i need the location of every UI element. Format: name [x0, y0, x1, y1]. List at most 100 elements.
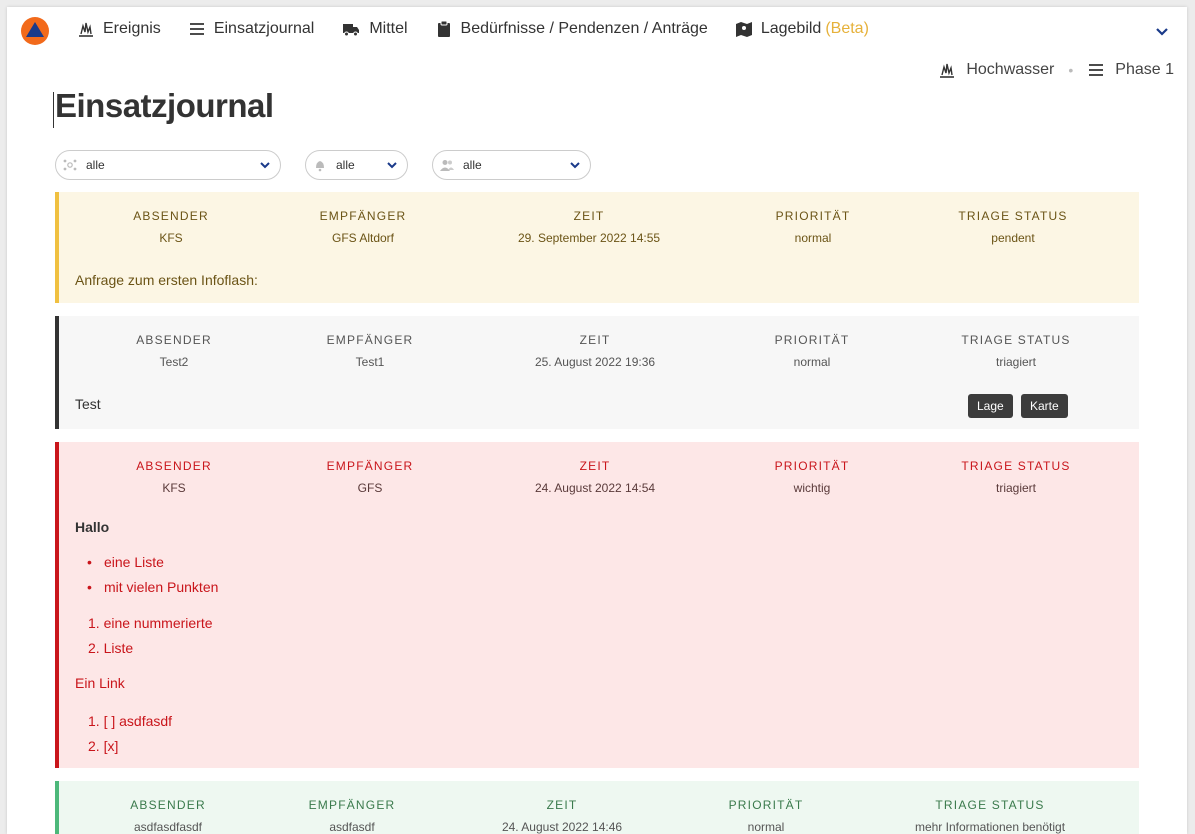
triage-column: TRIAGE STATUS mehr Informationen benötig… [880, 798, 1100, 834]
nav-item-lagebild[interactable]: Lagebild (Beta) [735, 20, 869, 38]
truck-icon [343, 24, 360, 37]
receiver-label: EMPFÄNGER [326, 459, 414, 473]
triage-column: TRIAGE STATUS triagiert [906, 459, 1126, 495]
journal-entry[interactable]: ABSENDER KFS EMPFÄNGER GFS ZEIT 24. Augu… [55, 442, 1139, 768]
priority-column: PRIORITÄT normal [656, 798, 876, 834]
sender-value: KFS [162, 481, 186, 495]
time-value: 25. August 2022 19:36 [534, 355, 656, 369]
time-value: 24. August 2022 14:54 [534, 481, 656, 495]
journal-entry[interactable]: ABSENDER Test2 EMPFÄNGER Test1 ZEIT 25. … [55, 316, 1139, 429]
chevron-down-icon [260, 162, 270, 169]
event-context: Hochwasser • Phase 1 [938, 61, 1174, 79]
filter-select-users[interactable]: alle [432, 150, 591, 180]
time-label: ZEIT [579, 459, 611, 473]
journal-entry[interactable]: ABSENDER asdfasdfasdf EMPFÄNGER asdfasdf… [55, 781, 1139, 834]
time-value: 24. August 2022 14:46 [501, 820, 623, 834]
priority-column: PRIORITÄT normal [703, 209, 923, 245]
triage-value: triagiert [995, 481, 1036, 495]
time-column: ZEIT 25. August 2022 19:36 [485, 333, 705, 369]
triage-label: TRIAGE STATUS [935, 798, 1045, 812]
list-icon [189, 23, 204, 35]
sender-label: ABSENDER [136, 333, 212, 347]
chevron-down-icon [570, 162, 580, 169]
receiver-value: GFS [357, 481, 383, 495]
filter-value: alle [86, 158, 105, 172]
fire-icon [79, 22, 93, 37]
app-window: Ereignis Einsatzjournal Mittel Bedürfnis… [7, 7, 1187, 834]
list-item: 2. Liste [88, 640, 134, 656]
receiver-column: EMPFÄNGER Test1 [260, 333, 480, 369]
entry-text: Anfrage zum ersten Infoflash: [75, 272, 258, 288]
bullet-list: eine Liste mit vielen Punkten [75, 550, 218, 600]
nav-item-label: Mittel [369, 20, 408, 37]
sender-column: ABSENDER KFS [61, 209, 281, 245]
nav-item-einsatzjournal[interactable]: Einsatzjournal [188, 20, 315, 38]
network-icon [63, 159, 77, 171]
priority-column: PRIORITÄT wichtig [702, 459, 922, 495]
receiver-value: GFS Altdorf [331, 231, 395, 245]
sender-value: KFS [159, 231, 183, 245]
filter-select-organisation[interactable]: alle [55, 150, 281, 180]
nav-item-label: Einsatzjournal [213, 20, 315, 37]
journal-entry[interactable]: ABSENDER KFS EMPFÄNGER GFS Altdorf ZEIT … [55, 192, 1139, 303]
tag-badge-karte[interactable]: Karte [1021, 394, 1068, 418]
entry-header: ABSENDER Test2 EMPFÄNGER Test1 ZEIT 25. … [59, 333, 1139, 373]
sender-column: ABSENDER Test2 [64, 333, 284, 369]
priority-value: wichtig [793, 481, 831, 495]
list-item: 2. [x] [88, 738, 119, 754]
time-label: ZEIT [573, 209, 605, 223]
receiver-column: EMPFÄNGER asdfasdf [242, 798, 462, 834]
entry-text: Test [75, 396, 101, 412]
top-navigation: Ereignis Einsatzjournal Mittel Bedürfnis… [7, 7, 1187, 57]
receiver-value: Test1 [355, 355, 385, 369]
triage-label: TRIAGE STATUS [961, 459, 1071, 473]
triage-label: TRIAGE STATUS [958, 209, 1068, 223]
triage-value: triagiert [995, 355, 1036, 369]
text-caret [53, 92, 54, 128]
entry-header: ABSENDER KFS EMPFÄNGER GFS ZEIT 24. Augu… [59, 459, 1139, 499]
filter-value: alle [336, 158, 355, 172]
nav-items: Ereignis Einsatzjournal Mittel Bedürfnis… [77, 20, 896, 38]
triage-column: TRIAGE STATUS pendent [903, 209, 1123, 245]
time-column: ZEIT 24. August 2022 14:54 [485, 459, 705, 495]
receiver-label: EMPFÄNGER [326, 333, 414, 347]
nav-item-ereignis[interactable]: Ereignis [77, 20, 161, 38]
triage-value: pendent [991, 231, 1035, 245]
entry-header: ABSENDER asdfasdfasdf EMPFÄNGER asdfasdf… [59, 798, 1139, 834]
phase-name[interactable]: Phase 1 [1115, 61, 1174, 79]
triage-column: TRIAGE STATUS triagiert [906, 333, 1126, 369]
nav-item-beduerfnisse[interactable]: Bedürfnisse / Pendenzen / Anträge [435, 20, 708, 38]
priority-value: normal [794, 231, 832, 245]
sender-column: ABSENDER KFS [64, 459, 284, 495]
fire-icon [940, 63, 955, 78]
list-item: 1. [ ] asdfasdf [88, 713, 173, 729]
entry-link[interactable]: Ein Link [75, 675, 125, 691]
list-item: mit vielen Punkten [75, 575, 218, 600]
receiver-label: EMPFÄNGER [308, 798, 396, 812]
civil-protection-logo[interactable] [20, 16, 50, 46]
bell-icon [316, 161, 324, 172]
nav-item-label: Ereignis [103, 20, 161, 37]
receiver-label: EMPFÄNGER [319, 209, 407, 223]
list-icon [1089, 64, 1104, 76]
nav-item-label: Bedürfnisse / Pendenzen / Anträge [460, 20, 708, 37]
tag-badge-lage[interactable]: Lage [968, 394, 1013, 418]
time-column: ZEIT 29. September 2022 14:55 [479, 209, 699, 245]
event-name[interactable]: Hochwasser [966, 61, 1054, 79]
sender-label: ABSENDER [133, 209, 209, 223]
chevron-down-icon[interactable] [1154, 24, 1170, 40]
priority-label: PRIORITÄT [774, 333, 850, 347]
receiver-column: EMPFÄNGER GFS Altdorf [253, 209, 473, 245]
priority-value: normal [793, 355, 831, 369]
users-icon [440, 160, 454, 171]
nav-item-mittel[interactable]: Mittel [341, 20, 408, 38]
priority-column: PRIORITÄT normal [702, 333, 922, 369]
filter-select-priority[interactable]: alle [305, 150, 408, 180]
time-column: ZEIT 24. August 2022 14:46 [452, 798, 672, 834]
page-title: Einsatzjournal [55, 87, 274, 124]
beta-label: (Beta) [825, 20, 869, 37]
priority-value: normal [747, 820, 785, 834]
priority-label: PRIORITÄT [775, 209, 851, 223]
receiver-value: asdfasdf [329, 820, 375, 834]
list-item: eine Liste [75, 550, 218, 575]
